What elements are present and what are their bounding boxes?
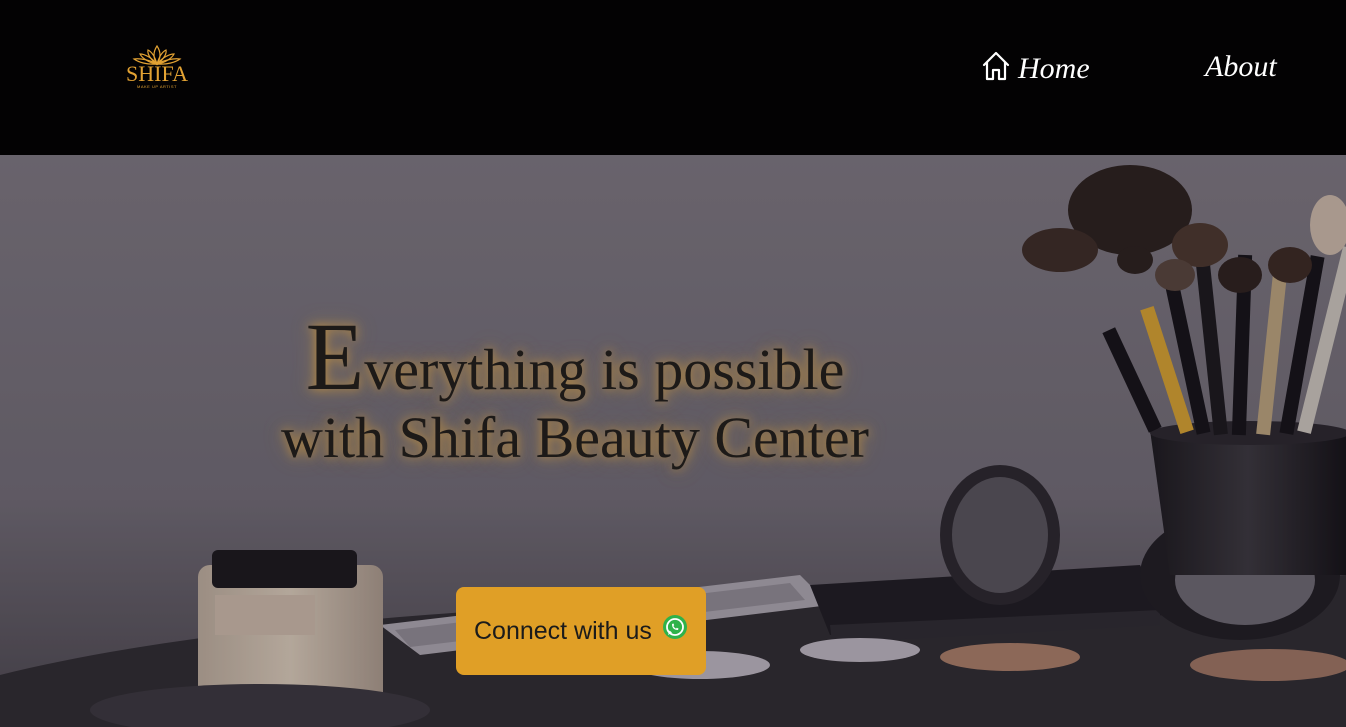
hero-section: Everything is possible with Shifa Beauty…	[0, 155, 1346, 727]
site-header: SHIFA MAKE UP ARTIST Home About	[0, 0, 1346, 155]
connect-button-label: Connect with us	[474, 616, 652, 645]
hero-headline-initial: E	[305, 303, 365, 410]
hero-headline-line2: with Shifa Beauty Center	[281, 405, 869, 470]
whatsapp-icon	[663, 615, 687, 639]
hero-headline: Everything is possible with Shifa Beauty…	[230, 309, 920, 473]
nav-about-link[interactable]: About	[1205, 50, 1277, 84]
connect-button[interactable]: Connect with us	[456, 587, 706, 675]
hero-headline-line1-text: verything is possible	[364, 337, 845, 402]
home-icon	[982, 51, 1010, 81]
hero-headline-line1: Everything is possible	[230, 309, 920, 405]
nav-home-label: Home	[1018, 52, 1090, 85]
brand-name: SHIFA	[126, 61, 188, 86]
nav-home-link[interactable]: Home	[982, 51, 1090, 86]
brand-logo[interactable]: SHIFA MAKE UP ARTIST	[120, 44, 194, 106]
